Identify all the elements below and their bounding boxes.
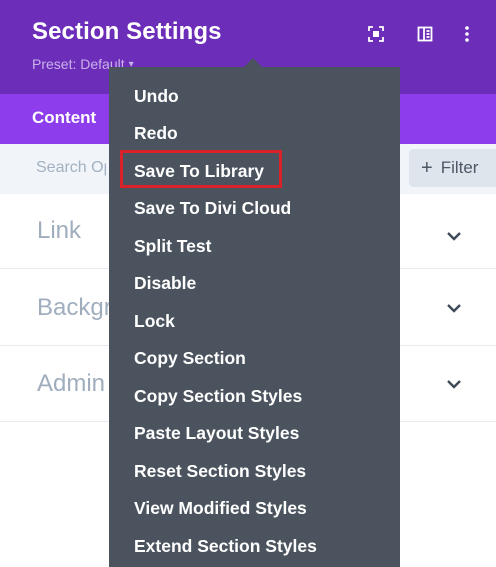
- highlight-box: [120, 150, 282, 188]
- plus-icon: +: [421, 157, 433, 179]
- menu-item-redo[interactable]: Redo: [134, 123, 178, 144]
- menu-item-save-to-divi-cloud[interactable]: Save To Divi Cloud: [134, 198, 291, 219]
- fullscreen-icon[interactable]: [366, 24, 386, 44]
- modal-title: Section Settings: [32, 18, 222, 45]
- toggle-label-admin: Admin Label: [37, 370, 117, 397]
- menu-item-copy-section-styles[interactable]: Copy Section Styles: [134, 386, 302, 407]
- filter-label: Filter: [440, 158, 479, 177]
- chevron-down-icon[interactable]: [444, 226, 464, 246]
- chevron-down-icon[interactable]: [444, 374, 464, 394]
- filter-button[interactable]: + Filter: [409, 149, 496, 187]
- menu-item-lock[interactable]: Lock: [134, 311, 175, 332]
- menu-item-extend-section-styles[interactable]: Extend Section Styles: [134, 536, 317, 557]
- toggle-label-background: Background: [37, 294, 117, 321]
- menu-item-reset-section-styles[interactable]: Reset Section Styles: [134, 461, 306, 482]
- menu-item-view-modified-styles[interactable]: View Modified Styles: [134, 498, 307, 519]
- tab-content[interactable]: Content: [32, 108, 96, 128]
- menu-item-split-test[interactable]: Split Test: [134, 236, 211, 257]
- menu-item-copy-section[interactable]: Copy Section: [134, 348, 246, 369]
- chevron-down-icon[interactable]: [444, 298, 464, 318]
- search-input[interactable]: Search Options: [36, 159, 106, 177]
- toggle-label-link: Link: [37, 217, 82, 244]
- menu-item-paste-layout-styles[interactable]: Paste Layout Styles: [134, 423, 299, 444]
- menu-item-disable[interactable]: Disable: [134, 273, 196, 294]
- more-icon[interactable]: [457, 24, 477, 44]
- menu-item-undo[interactable]: Undo: [134, 86, 179, 107]
- split-view-icon[interactable]: [415, 24, 435, 44]
